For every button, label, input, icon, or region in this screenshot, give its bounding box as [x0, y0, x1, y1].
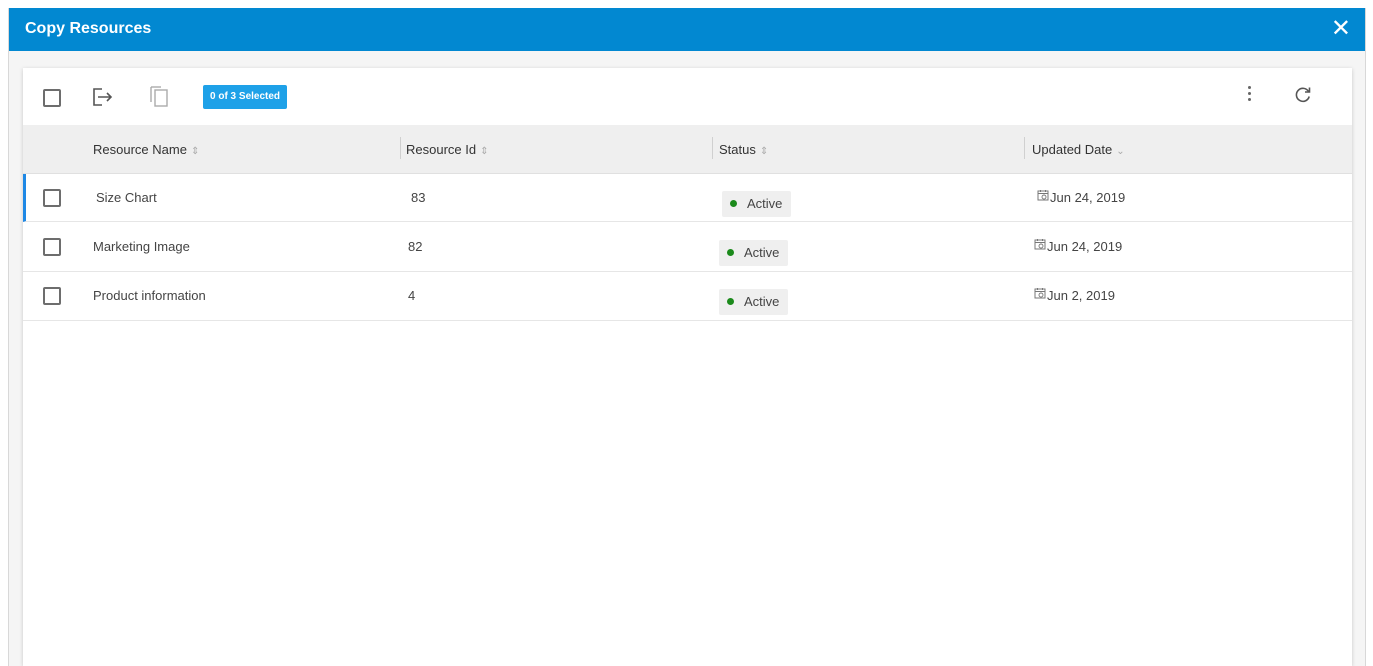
table-row[interactable]: Marketing Image 82 Active Jun 24, 2019	[23, 223, 1352, 272]
column-header-status[interactable]: Status ⇕	[719, 142, 768, 157]
sort-desc-icon: ⌄	[1116, 146, 1125, 157]
updated-date-cell: Jun 24, 2019	[1034, 239, 1122, 255]
sort-icon: ⇕	[759, 146, 769, 157]
row-checkbox[interactable]	[43, 189, 61, 207]
selection-count-badge: 0 of 3 Selected	[203, 85, 288, 109]
resource-name-cell: Size Chart	[96, 190, 157, 205]
status-label: Active	[744, 294, 780, 309]
resource-name-cell: Product information	[93, 288, 206, 303]
column-header-updated-date[interactable]: Updated Date ⌄	[1032, 142, 1125, 157]
status-badge: Active	[719, 240, 789, 266]
table-row[interactable]: Product information 4 Active Jun 2, 2019	[23, 272, 1352, 321]
refresh-icon[interactable]	[1294, 86, 1312, 109]
date-text: Jun 2, 2019	[1047, 288, 1115, 303]
close-icon[interactable]: ✕	[1331, 16, 1351, 42]
resource-table-card: 0 of 3 Selected Resource Name ⇕ Resource …	[23, 68, 1352, 666]
export-icon[interactable]	[91, 87, 113, 112]
sort-icon: ⇕	[190, 146, 200, 157]
status-dot-icon	[727, 249, 734, 257]
row-checkbox[interactable]	[43, 287, 61, 305]
status-badge: Active	[722, 191, 792, 217]
date-text: Jun 24, 2019	[1050, 190, 1126, 205]
calendar-icon	[1037, 189, 1049, 204]
resource-name-cell: Marketing Image	[93, 239, 190, 254]
column-header-resource-id[interactable]: Resource Id ⇕	[406, 142, 488, 157]
status-dot-icon	[727, 298, 734, 306]
column-header-resource-name[interactable]: Resource Name ⇕	[93, 142, 199, 157]
more-vert-icon[interactable]	[1248, 86, 1252, 104]
sort-icon: ⇕	[480, 146, 489, 157]
status-dot-icon	[730, 200, 737, 208]
column-divider[interactable]	[712, 137, 713, 159]
resource-id-cell: 82	[408, 239, 423, 254]
date-text: Jun 24, 2019	[1047, 239, 1123, 254]
calendar-icon	[1034, 287, 1046, 302]
updated-date-cell: Jun 2, 2019	[1034, 288, 1115, 304]
resource-id-cell: 4	[408, 288, 416, 303]
status-badge: Active	[719, 289, 789, 315]
resource-id-cell: 83	[411, 190, 426, 205]
copy-resources-dialog: Copy Resources ✕ 0 of 3 Selected Resourc…	[8, 8, 1366, 666]
calendar-icon	[1034, 238, 1046, 253]
table-header: Resource Name ⇕ Resource Id ⇕ Status ⇕ Upda…	[23, 125, 1352, 174]
status-label: Active	[747, 196, 783, 211]
select-all-checkbox[interactable]	[43, 89, 61, 107]
column-label: Updated Date	[1032, 142, 1113, 157]
dialog-title: Copy Resources	[25, 20, 152, 37]
column-label: Resource Name	[93, 142, 187, 157]
column-divider[interactable]	[400, 137, 401, 159]
column-label: Status	[719, 142, 756, 157]
status-label: Active	[744, 245, 780, 260]
table-toolbar: 0 of 3 Selected	[23, 68, 1352, 125]
row-checkbox[interactable]	[43, 238, 61, 256]
copy-icon[interactable]	[149, 84, 169, 113]
updated-date-cell: Jun 24, 2019	[1037, 190, 1125, 206]
column-divider[interactable]	[1024, 137, 1025, 159]
column-label: Resource Id	[406, 142, 477, 157]
dialog-titlebar: Copy Resources ✕	[9, 8, 1365, 51]
table-row[interactable]: Size Chart 83 Active Jun 24, 2019	[23, 174, 1352, 222]
